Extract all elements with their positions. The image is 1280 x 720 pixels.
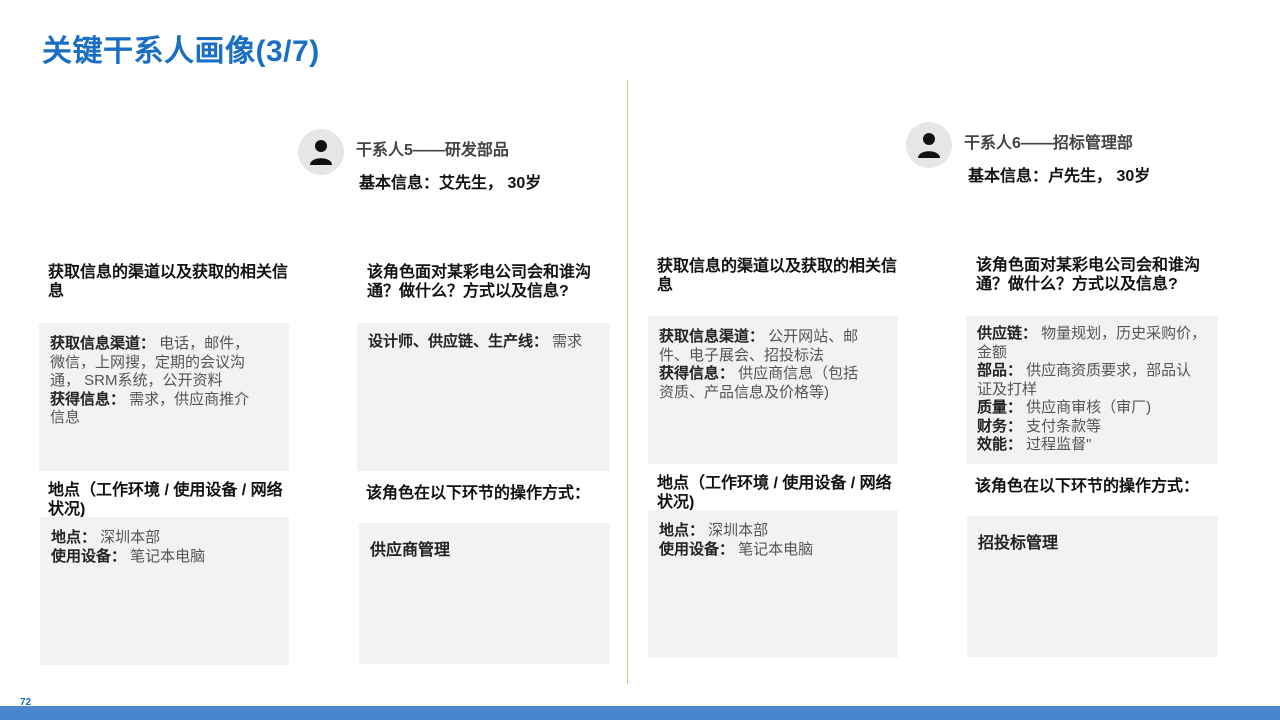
obtained-label: 获得信息： bbox=[659, 365, 735, 382]
location-value: 深圳本部 bbox=[96, 529, 161, 546]
stakeholder6-channel-heading: 获取信息的渠道以及获取的相关信息 bbox=[657, 258, 898, 294]
stakeholder5-ops-heading: 该角色在以下环节的操作方式： bbox=[366, 485, 591, 502]
finance-label: 财务： bbox=[977, 417, 1023, 435]
stakeholder5-who-heading: 该角色面对某彩电公司会和谁沟通？做什么？方式以及信息? bbox=[367, 264, 592, 300]
parts-label: 部品： bbox=[977, 362, 1023, 379]
ops-value: 供应商管理 bbox=[370, 542, 451, 559]
quality-label: 质量： bbox=[977, 399, 1023, 416]
stakeholder5-who-box: 设计师、供应链、生产线： 需求 bbox=[357, 323, 610, 471]
quality-value: 供应商审核（审厂) bbox=[1022, 399, 1152, 416]
stakeholder5-location-box: 地点： 深圳本部 使用设备： 笔记本电脑 bbox=[40, 517, 289, 665]
supply-chain-value: 物量规划，历史采购价， bbox=[1037, 325, 1207, 342]
stakeholder6-location-heading: 地点（工作环境 / 使用设备 / 网络状况) bbox=[657, 475, 892, 511]
channel-value: 公开网站、邮 bbox=[764, 328, 859, 345]
stakeholder6-who-heading: 该角色面对某彩电公司会和谁沟通？做什么？方式以及信息? bbox=[976, 257, 1201, 293]
stakeholder5-channel-box: 获取信息渠道： 电话，邮件， 微信，上网搜，定期的会议沟 通， SRM系统，公开… bbox=[39, 323, 289, 471]
stakeholder5-name: 干系人5——研发部品 bbox=[356, 142, 509, 159]
stakeholder6-ops-heading: 该角色在以下环节的操作方式： bbox=[975, 478, 1200, 495]
channel-label: 获取信息渠道： bbox=[50, 335, 156, 352]
obtained-line: 信息 bbox=[50, 409, 81, 426]
ops-value: 招投标管理 bbox=[978, 535, 1059, 552]
parts-line: 证及打样 bbox=[977, 380, 1038, 398]
channel-value: 电话，邮件， bbox=[155, 335, 250, 352]
page-title: 关键干系人画像(3/7) bbox=[42, 35, 320, 68]
parts-value: 供应商资质要求，部品认 bbox=[1022, 362, 1192, 379]
column-divider bbox=[627, 80, 628, 684]
stakeholder6-basic-info: 基本信息：卢先生， 30岁 bbox=[968, 168, 1151, 185]
person-icon bbox=[310, 140, 332, 165]
location-label: 地点： bbox=[659, 522, 705, 539]
obtained-value: 供应商信息（包括 bbox=[734, 365, 859, 382]
location-label: 地点： bbox=[51, 529, 97, 546]
stakeholder5-location-heading: 地点（工作环境 / 使用设备 / 网络状况) bbox=[48, 482, 283, 518]
stakeholder5-basic-info: 基本信息：艾先生， 30岁 bbox=[359, 175, 542, 192]
person-icon bbox=[918, 133, 940, 158]
supply-chain-line: 金额 bbox=[977, 343, 1008, 361]
channel-label: 获取信息渠道： bbox=[659, 328, 765, 345]
stakeholder6-name: 干系人6——招标管理部 bbox=[964, 135, 1133, 152]
avatar-stakeholder6 bbox=[906, 122, 952, 168]
finance-value: 支付条款等 bbox=[1022, 417, 1102, 435]
device-value: 笔记本电脑 bbox=[734, 540, 814, 558]
location-value: 深圳本部 bbox=[704, 522, 769, 539]
stakeholder5-channel-heading: 获取信息的渠道以及获取的相关信息 bbox=[48, 264, 289, 300]
stakeholder6-who-box: 供应链： 物量规划，历史采购价， 金额 部品： 供应商资质要求，部品认 证及打样… bbox=[966, 316, 1218, 464]
obtained-line: 资质、产品信息及价格等) bbox=[659, 383, 829, 401]
stakeholder6-location-box: 地点： 深圳本部 使用设备： 笔记本电脑 bbox=[648, 510, 898, 658]
avatar-stakeholder5 bbox=[298, 129, 344, 175]
obtained-value: 需求，供应商推介 bbox=[125, 390, 250, 408]
who-value: 需求 bbox=[548, 333, 583, 350]
stakeholder6-ops-box: 招投标管理 bbox=[967, 516, 1218, 657]
efficiency-value: 过程监督" bbox=[1022, 436, 1092, 453]
channel-line: 通， SRM系统，公开资料 bbox=[50, 372, 223, 389]
device-label: 使用设备： bbox=[659, 540, 735, 558]
stakeholder6-channel-box: 获取信息渠道： 公开网站、邮 件、电子展会、招投标法 获得信息： 供应商信息（包… bbox=[648, 316, 898, 464]
channel-line: 微信，上网搜，定期的会议沟 bbox=[50, 353, 246, 371]
device-value: 笔记本电脑 bbox=[126, 547, 206, 565]
obtained-label: 获得信息： bbox=[50, 390, 126, 408]
supply-chain-label: 供应链： bbox=[977, 325, 1038, 342]
channel-line: 件、电子展会、招投标法 bbox=[659, 346, 825, 364]
device-label: 使用设备： bbox=[51, 547, 127, 565]
who-label: 设计师、供应链、生产线： bbox=[368, 333, 549, 350]
efficiency-label: 效能： bbox=[977, 436, 1023, 453]
stakeholder5-ops-box: 供应商管理 bbox=[359, 523, 610, 664]
footer-bar bbox=[0, 706, 1280, 720]
